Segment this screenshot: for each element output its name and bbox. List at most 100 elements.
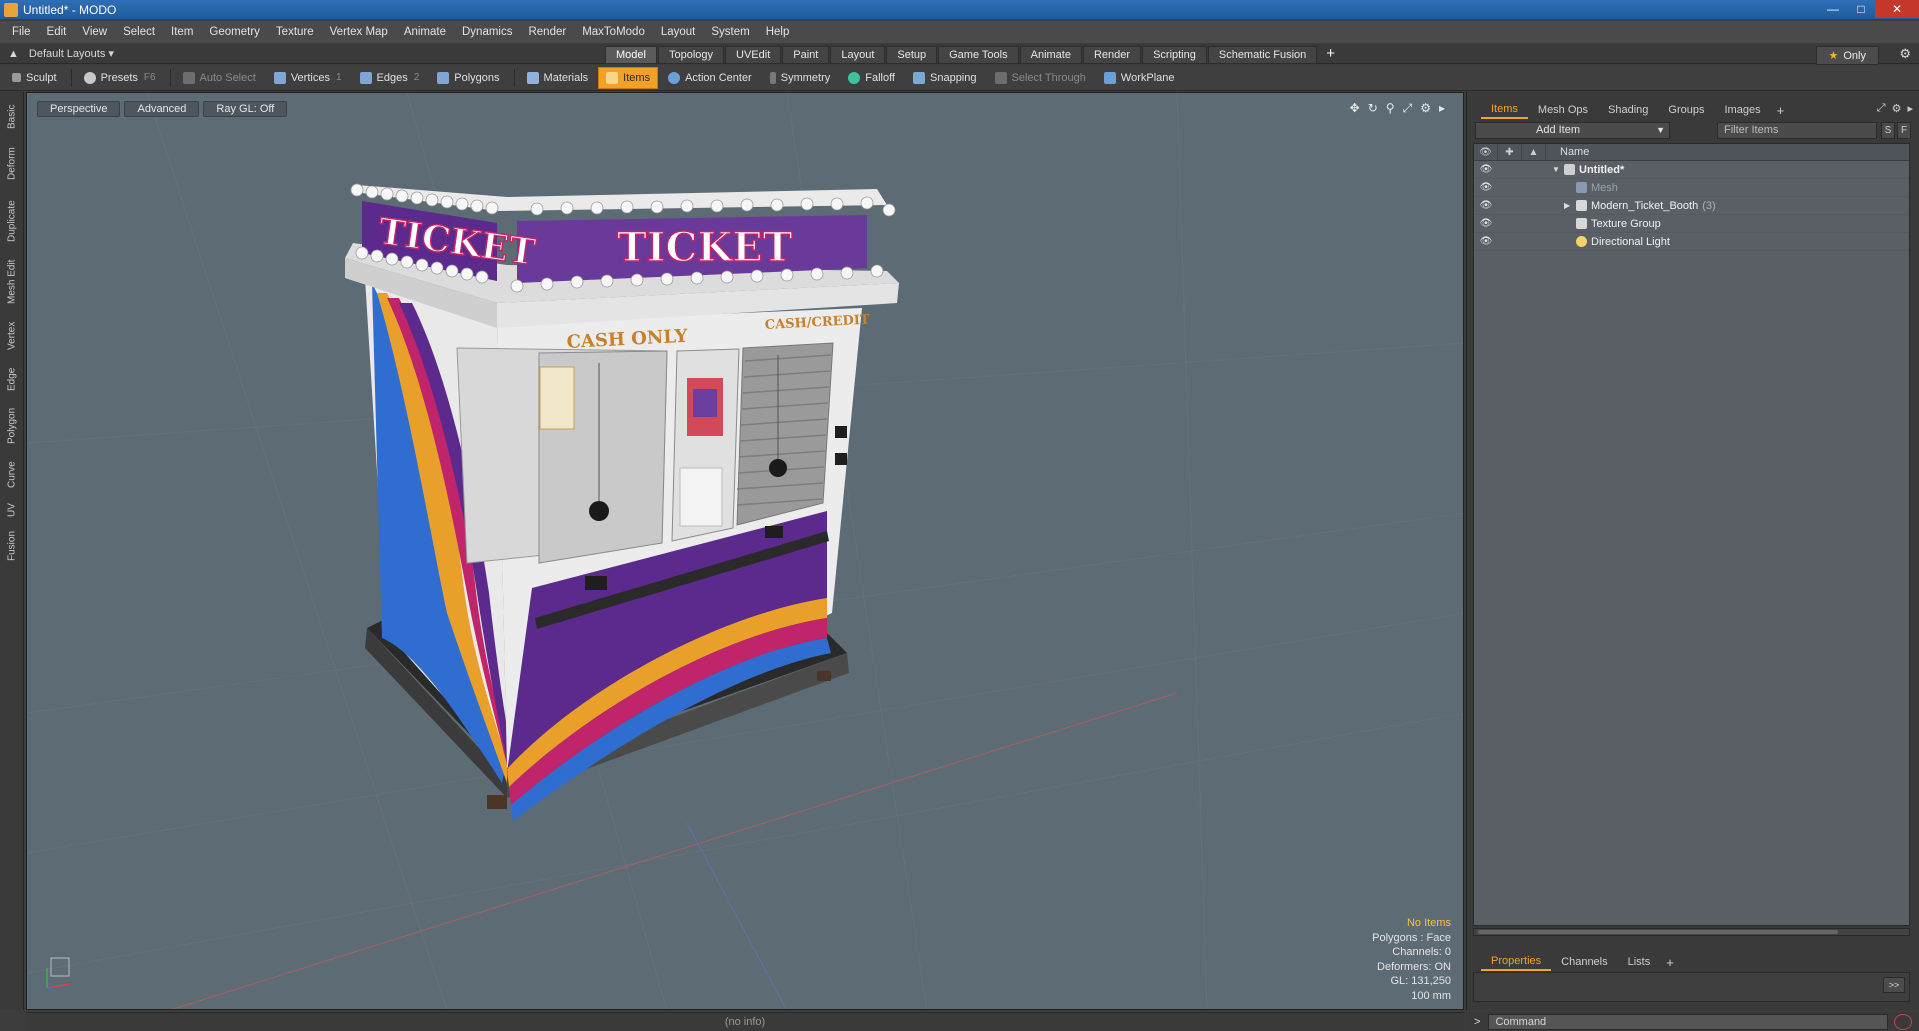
select-through-button[interactable]: Select Through [987,67,1094,89]
vtab-edge[interactable]: Edge [2,364,22,394]
zoom-icon[interactable]: ⚲ [1386,101,1395,116]
rotate-icon[interactable]: ↻ [1368,101,1378,116]
tab-groups[interactable]: Groups [1658,102,1714,118]
viewport-gear-icon[interactable]: ⚙ [1420,101,1431,116]
scrollbar-thumb[interactable] [1478,930,1838,934]
tab-shading[interactable]: Shading [1598,102,1658,118]
tab-setup[interactable]: Setup [886,46,938,64]
viewport-expand-icon[interactable]: ▸ [1439,101,1445,116]
tab-topology[interactable]: Topology [657,46,725,64]
falloff-button[interactable]: Falloff [840,67,903,89]
vtab-basic[interactable]: Basic [2,102,22,132]
vtab-deform[interactable]: Deform [2,146,22,182]
workplane-button[interactable]: WorkPlane [1096,67,1183,89]
gear-icon[interactable]: ⚙ [1899,46,1911,62]
filter-items-input[interactable]: Filter Items [1717,122,1877,139]
layout-dropdown[interactable]: Default Layouts ▾ [29,47,114,60]
menu-edit[interactable]: Edit [39,26,75,38]
snapping-button[interactable]: Snapping [905,67,985,89]
pan-icon[interactable]: ✥ [1350,101,1360,116]
item-row-mesh[interactable]: 👁 Mesh [1474,179,1909,197]
tab-scripting[interactable]: Scripting [1142,46,1207,64]
eye-icon[interactable]: 👁 [1474,182,1498,193]
tab-render[interactable]: Render [1082,46,1142,64]
vtab-vertex[interactable]: Vertex [2,318,22,354]
shading-button[interactable]: Advanced [124,101,200,117]
minimize-button[interactable]: — [1819,0,1847,18]
tab-layout[interactable]: Layout [830,46,886,64]
menu-maxtomodo[interactable]: MaxToModo [574,26,653,38]
symmetry-button[interactable]: Symmetry [762,67,839,89]
menu-vertex-map[interactable]: Vertex Map [322,26,396,38]
raygl-button[interactable]: Ray GL: Off [203,101,288,117]
menu-geometry[interactable]: Geometry [201,26,268,38]
command-input[interactable]: Command [1488,1013,1889,1030]
vtab-uv[interactable]: UV [2,500,22,520]
expand-arrow-icon[interactable]: ▼ [1552,165,1564,174]
filter-f-button[interactable]: F [1897,122,1911,139]
tab-items[interactable]: Items [1481,101,1528,119]
item-row-scene[interactable]: 👁 ▼ Untitled* [1474,161,1909,179]
vtab-fusion[interactable]: Fusion [2,528,22,564]
panel-expand-icon[interactable]: ⤢ [1877,102,1886,115]
tab-paint[interactable]: Paint [782,46,830,64]
add-panel-tab-icon[interactable]: + [1771,103,1791,118]
close-button[interactable]: ✕ [1875,0,1919,18]
item-row-texture-group[interactable]: 👁 Texture Group [1474,215,1909,233]
expand-arrow-icon[interactable]: ▶ [1564,201,1576,210]
vertices-button[interactable]: Vertices 1 [266,67,350,89]
eye-icon[interactable]: 👁 [1474,164,1498,175]
vtab-duplicate[interactable]: Duplicate [2,196,22,246]
item-list-scrollbar[interactable] [1473,928,1910,936]
menu-select[interactable]: Select [115,26,163,38]
fit-icon[interactable]: ⤢ [1403,101,1413,116]
item-row-ticket-booth[interactable]: 👁 ▶ Modern_Ticket_Booth (3) [1474,197,1909,215]
items-button[interactable]: Items [598,66,659,89]
menu-file[interactable]: File [4,26,39,38]
render-column-icon[interactable]: ▲ [1522,143,1546,161]
menu-texture[interactable]: Texture [268,26,322,38]
add-properties-tab-icon[interactable]: + [1660,955,1680,970]
tab-uvedit[interactable]: UVEdit [725,46,782,64]
menu-view[interactable]: View [74,26,115,38]
maximize-button[interactable]: □ [1847,0,1875,18]
menu-system[interactable]: System [703,26,757,38]
panel-gear-icon[interactable]: ⚙ [1892,102,1902,115]
polygons-button[interactable]: Polygons [429,67,507,89]
tab-mesh-ops[interactable]: Mesh Ops [1528,102,1598,118]
item-row-directional-light[interactable]: 👁 Directional Light [1474,233,1909,251]
action-center-button[interactable]: Action Center [660,67,760,89]
menu-animate[interactable]: Animate [396,26,454,38]
vtab-curve[interactable]: Curve [2,458,22,492]
properties-expand-button[interactable]: >> [1883,977,1905,993]
menu-dynamics[interactable]: Dynamics [454,26,520,38]
visibility-column-icon[interactable]: 👁 [1474,143,1498,161]
vtab-polygon[interactable]: Polygon [2,404,22,448]
menu-help[interactable]: Help [758,26,798,38]
add-tab-icon[interactable]: + [1318,46,1343,64]
menu-layout[interactable]: Layout [653,26,704,38]
sculpt-button[interactable]: Sculpt [4,67,65,89]
filter-s-button[interactable]: S [1881,122,1895,139]
auto-select-button[interactable]: Auto Select [175,67,264,89]
tab-channels[interactable]: Channels [1551,954,1617,970]
command-history-icon[interactable] [1894,1013,1913,1030]
eye-icon[interactable]: 👁 [1474,236,1498,247]
only-button[interactable]: ★ Only [1815,46,1879,65]
tab-model[interactable]: Model [605,46,657,64]
3d-viewport[interactable]: Perspective Advanced Ray GL: Off ✥ ↻ ⚲ ⤢… [26,92,1464,1010]
tab-images[interactable]: Images [1715,102,1771,118]
tab-properties[interactable]: Properties [1481,953,1552,971]
presets-button[interactable]: Presets F6 [76,67,164,89]
edges-button[interactable]: Edges 2 [352,67,428,89]
menu-render[interactable]: Render [520,26,574,38]
layout-up-icon[interactable]: ▲ [8,48,19,60]
tab-lists[interactable]: Lists [1618,954,1661,970]
vtab-mesh-edit[interactable]: Mesh Edit [2,256,22,308]
add-item-dropdown[interactable]: Add Item ▼ [1475,122,1670,139]
eye-icon[interactable]: 👁 [1474,218,1498,229]
tab-game-tools[interactable]: Game Tools [938,46,1019,64]
menu-item[interactable]: Item [163,26,201,38]
name-column-header[interactable]: Name [1546,146,1589,158]
materials-button[interactable]: Materials [519,67,597,89]
